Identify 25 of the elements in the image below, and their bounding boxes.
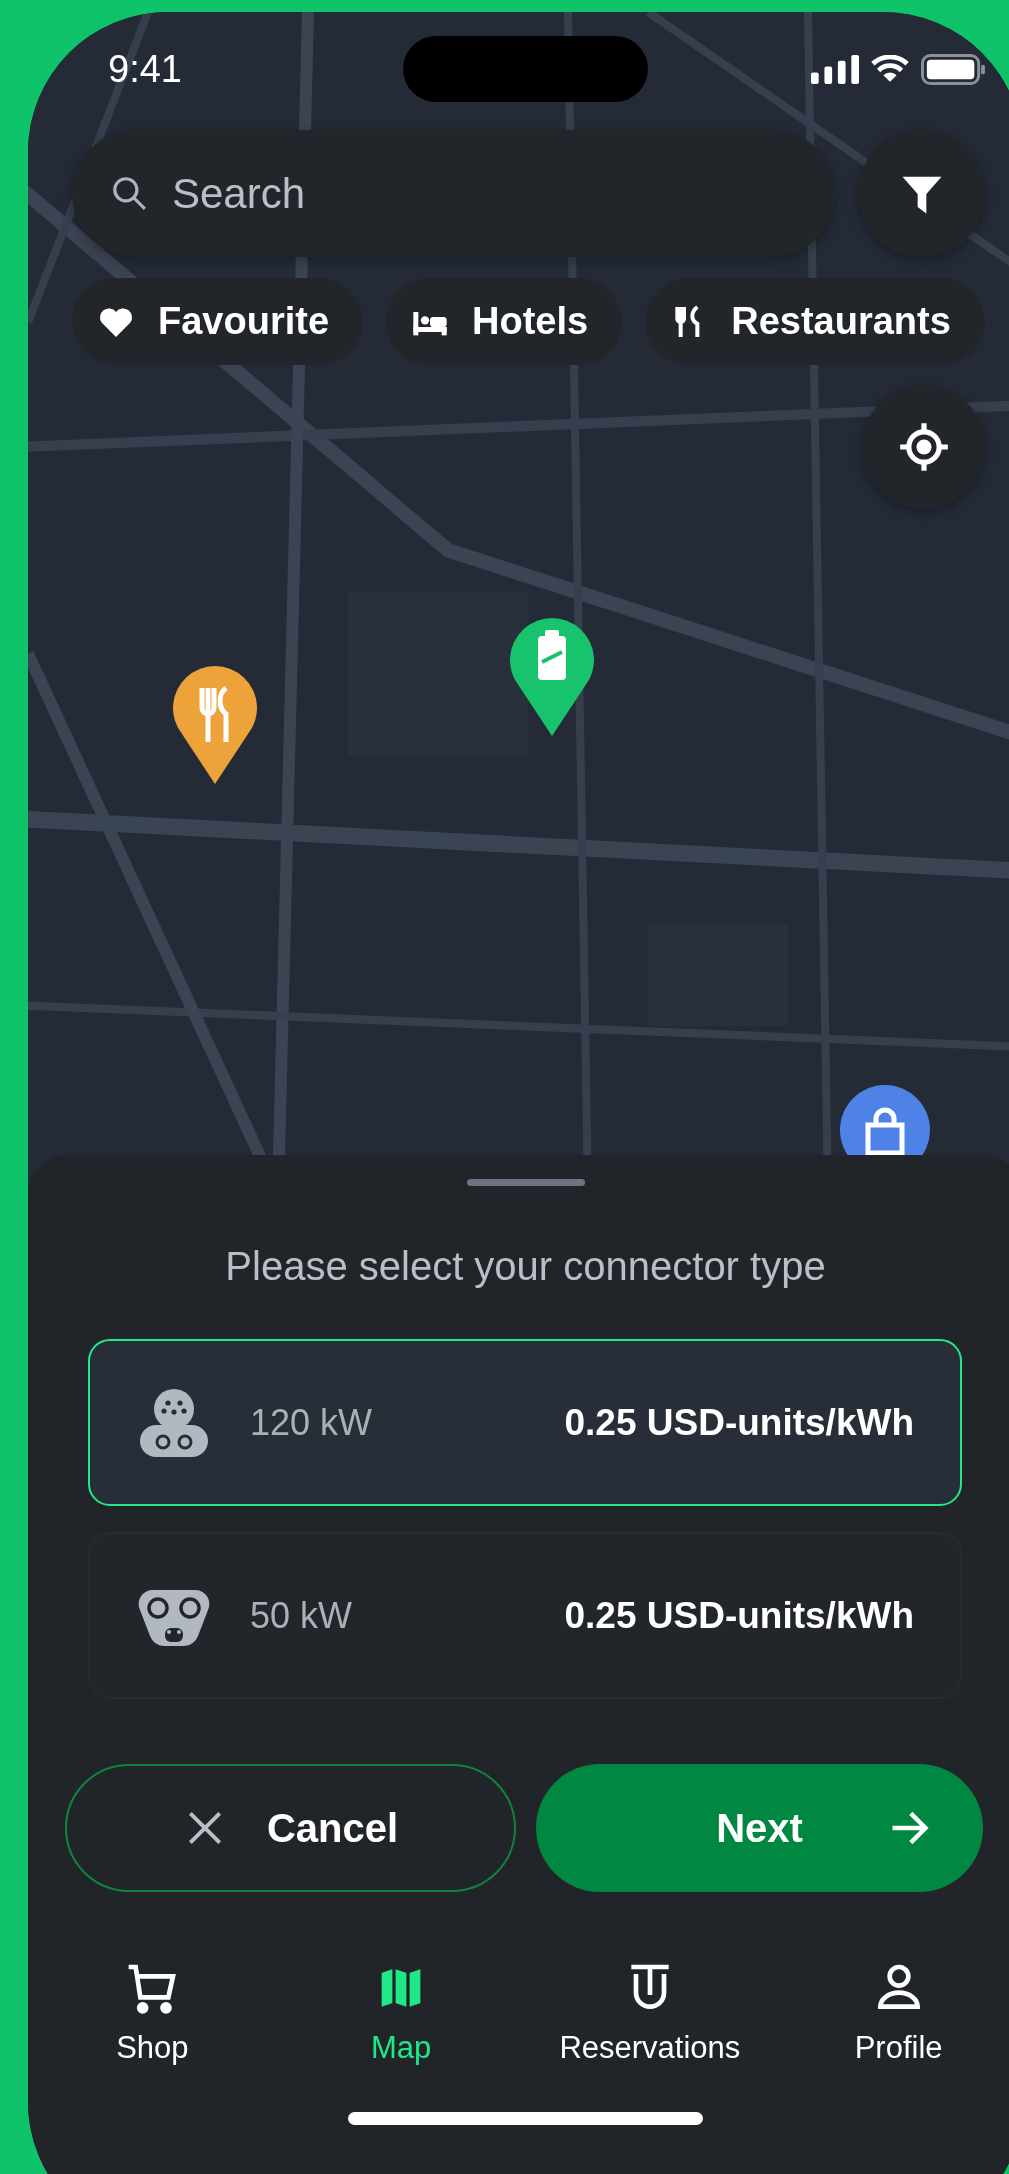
connector-plug-icon — [138, 1386, 210, 1459]
cancel-button[interactable]: Cancel — [65, 1764, 516, 1892]
sheet-title: Please select your connector type — [225, 1244, 826, 1289]
price-per-kwh: 0.25 USD-units/kWh — [564, 1594, 914, 1637]
status-time: 9:41 — [107, 47, 183, 91]
search-field[interactable]: Search — [72, 130, 835, 257]
connector-option[interactable]: 120 kW 0.25 USD-units/kWh — [88, 1339, 962, 1506]
nav-tab[interactable]: Reservations — [525, 1960, 775, 2066]
category-chip[interactable]: Restaurants — [645, 278, 985, 365]
nav-tab[interactable]: Shop — [28, 1960, 277, 2066]
nav-tab[interactable]: Map — [276, 1960, 526, 2066]
price-per-kwh: 0.25 USD-units/kWh — [564, 1401, 914, 1444]
drag-handle[interactable] — [466, 1179, 585, 1186]
category-chip[interactable]: Hotels — [386, 278, 623, 365]
wifi-icon — [871, 54, 909, 84]
category-chip[interactable]: Favourite — [72, 278, 364, 365]
power-rating: 120 kW — [250, 1401, 373, 1444]
connector-option[interactable]: 50 kW 0.25 USD-units/kWh — [88, 1532, 962, 1699]
battery-icon — [921, 53, 985, 85]
next-button[interactable]: Next — [536, 1764, 983, 1892]
locate-icon — [897, 420, 950, 473]
power-rating: 50 kW — [250, 1594, 353, 1637]
signal-icon — [811, 54, 859, 84]
search-icon — [110, 174, 148, 212]
nav-tab[interactable]: Profile — [774, 1960, 1009, 2066]
